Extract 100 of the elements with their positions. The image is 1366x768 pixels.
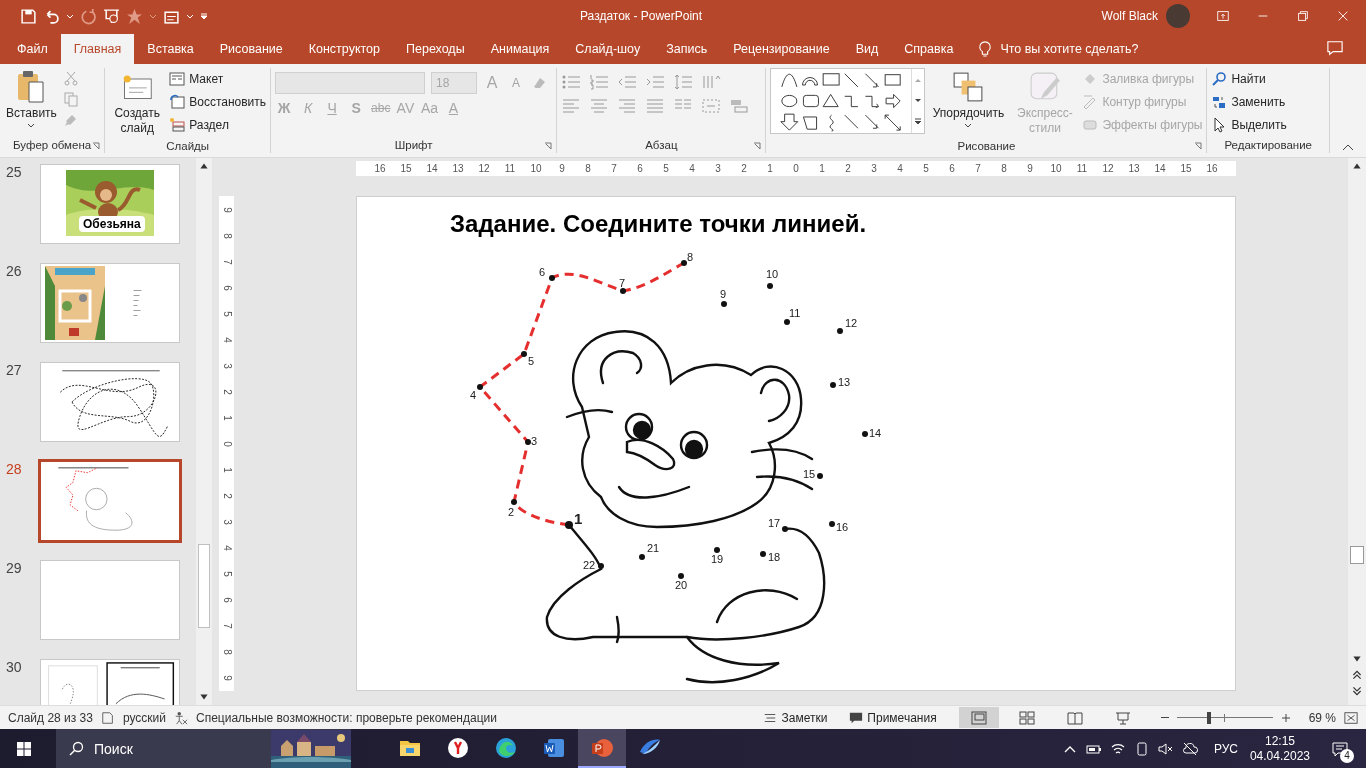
app-icon [446,735,470,760]
ruler-number: 5 [220,310,234,317]
accessibility-status[interactable]: Специальные возможности: проверьте рекомендации [196,710,497,725]
dot-number: 9 [720,288,727,300]
user-name[interactable]: Wolf Black [1101,9,1158,23]
section-button[interactable]: Раздел [169,116,267,134]
caret-icon[interactable] [149,12,157,20]
comment-icon[interactable] [1326,40,1344,56]
caret-icon[interactable] [186,12,194,20]
slide-number: 27 [5,362,23,378]
zoom-slider[interactable] [1176,711,1273,724]
group-title: Абзац [645,139,678,151]
notifications-icon[interactable] [1332,740,1348,757]
slideshow-icon[interactable] [103,7,120,25]
close-icon[interactable] [1336,9,1350,23]
slide-thumbnail[interactable]: Обезьяна [40,164,180,244]
ruler-number: 16 [373,163,387,174]
ribbon-tab[interactable]: Справка [891,34,967,64]
save-icon[interactable] [20,7,37,25]
input-language[interactable]: РУС [1213,741,1238,756]
shape-gallery[interactable] [770,68,926,134]
group-title: Рисование [957,139,1016,152]
zoom-level[interactable]: 69 % [1308,710,1336,725]
editing-button[interactable]: Выделить [1211,116,1287,134]
ribbon-tab[interactable]: Слайд-шоу [562,34,654,64]
dialog-launcher-icon[interactable] [92,142,101,150]
clock-time[interactable]: 12:15 [1264,733,1295,749]
dot-number: 14 [869,427,882,439]
slide-thumbnail[interactable] [40,263,180,343]
ribbon-tab[interactable]: Вид [842,34,892,64]
redo-icon[interactable] [80,7,97,25]
caret-icon[interactable] [66,12,74,20]
dialog-launcher-icon[interactable] [753,142,762,150]
app-icon [494,735,518,760]
restore-icon[interactable] [1296,9,1310,23]
reset-icon [169,94,186,110]
caret-icon [964,121,973,129]
collapse-ribbon-icon[interactable] [1342,143,1354,151]
tell-me-field[interactable]: Что вы хотите сделать? [1000,34,1139,64]
ribbon-tab[interactable]: Запись [653,34,721,64]
language-label[interactable]: русский [122,710,166,725]
ribbon-display-icon[interactable] [1216,9,1230,23]
notes-button[interactable]: Заметки [763,710,828,725]
paste-button[interactable]: Вставить [4,68,59,131]
ruler-number: 6 [636,163,644,174]
dialog-launcher-icon[interactable] [1194,142,1203,150]
view-button[interactable] [958,707,999,728]
lightbulb-icon[interactable] [978,40,993,58]
text-lines-drawing [133,290,142,316]
dot [784,319,790,325]
scrollbar-thumb[interactable] [1350,546,1364,564]
reset-button[interactable]: Восстановить [169,93,267,111]
accessibility-icon[interactable] [174,710,188,725]
previous-slide-icon[interactable] [1351,669,1363,681]
editing-button[interactable]: Найти [1211,70,1287,88]
ribbon-tab[interactable]: Вставка [134,34,207,64]
next-slide-icon[interactable] [1351,685,1363,697]
ribbon-tab[interactable]: Переходы [393,34,478,64]
ribbon-tab[interactable]: Главная [60,34,135,64]
dot-number: 7 [619,277,626,289]
replace-icon [1211,94,1228,110]
more-icon[interactable] [914,118,923,127]
ruler-number: 5 [220,570,234,577]
layout-button[interactable]: Макет [169,70,267,88]
ruler-number: 5 [662,163,670,174]
scroll-down-icon[interactable] [914,97,923,105]
customize-icon[interactable] [200,12,208,20]
ruler-number: 7 [610,163,618,174]
slide[interactable]: Задание. Соедините точки линией. 8 6 10 7 9 11 12 5 13 4 14 3 15 2 1 17 16 21 22 19 18 20 [356,196,1236,691]
editing-button[interactable]: Заменить [1211,93,1287,111]
ribbon-tab[interactable]: Рисование [206,34,296,64]
bullets-icon[interactable] [561,74,582,90]
slide-thumbnail[interactable] [40,560,180,640]
avatar[interactable] [1166,4,1190,28]
star-icon[interactable] [126,7,143,25]
dot-number: 5 [528,355,535,367]
ruler-number: 8 [220,232,234,239]
ribbon-tab[interactable]: Анимация [477,34,563,64]
cloud-icon[interactable] [1181,740,1198,757]
arrange-button[interactable]: Упорядочить [929,68,1008,131]
dot-number: 19 [711,553,724,565]
spellcheck-icon[interactable] [100,710,115,725]
section-icon [169,117,186,133]
fit-slide-icon[interactable] [1344,710,1358,725]
ruler-number: 0 [220,440,234,447]
zoom-in-icon[interactable] [1280,712,1291,723]
ribbon-tab[interactable]: Файл [4,34,61,64]
speaker-muted-icon[interactable] [1157,740,1174,757]
comments-button[interactable]: Примечания [849,710,937,725]
ruler-number: 5 [922,163,930,174]
ribbon-tab[interactable]: Конструктор [295,34,393,64]
ribbon-tab[interactable]: Рецензирование [720,34,843,64]
scrollbar-thumb[interactable] [198,544,210,628]
start-icon[interactable] [16,740,32,757]
clock-date[interactable]: 04.04.2023 [1249,748,1310,764]
new-slide-button[interactable]: Создать слайд [109,68,166,138]
ruler-number: 6 [220,284,234,291]
search-field[interactable]: Поиск [56,729,351,768]
line-spacing-icon[interactable] [673,74,694,90]
dot [681,260,687,266]
